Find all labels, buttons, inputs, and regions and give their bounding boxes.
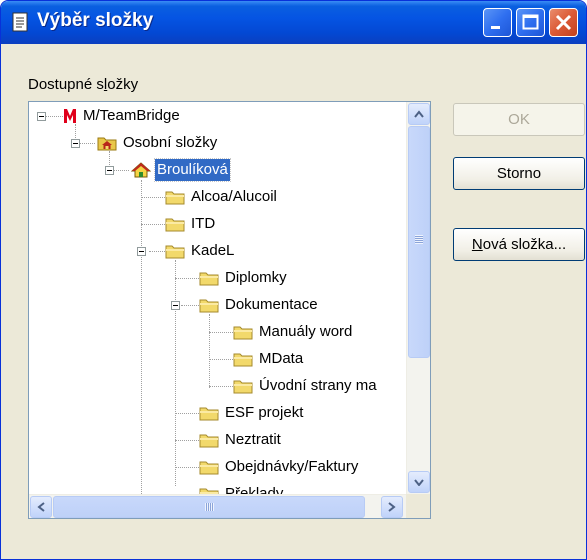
scroll-down-button[interactable] — [408, 471, 430, 493]
new-folder-button[interactable]: Nová složka... — [453, 228, 585, 261]
ok-button[interactable]: OK — [453, 103, 585, 136]
minimize-icon — [491, 26, 500, 29]
scroll-up-button[interactable] — [408, 103, 430, 125]
selected-folder: Broulíková — [154, 158, 231, 182]
document-icon — [12, 12, 28, 32]
minimize-button[interactable] — [483, 8, 512, 37]
close-button[interactable] — [549, 8, 578, 37]
collapse-toggle[interactable] — [137, 247, 146, 256]
cancel-button[interactable]: Storno — [453, 157, 585, 190]
folder-icon — [233, 380, 253, 394]
folder-icon — [199, 461, 219, 475]
chevron-up-icon — [414, 110, 424, 118]
teambridge-m-icon — [64, 109, 76, 123]
folder-tree[interactable]: M/TeamBridge Osobní složky Broulíková Al… — [28, 101, 431, 519]
folder-icon — [233, 353, 253, 367]
folder-icon — [165, 191, 185, 205]
chevron-down-icon — [414, 479, 424, 486]
scroll-right-button[interactable] — [381, 496, 403, 518]
window-title: Výběr složky — [37, 10, 154, 31]
horizontal-scroll-thumb[interactable] — [53, 496, 365, 518]
folder-icon — [199, 299, 219, 313]
folders-label: Dostupné složky — [28, 76, 139, 93]
home-folder-icon — [97, 137, 117, 151]
title-bar[interactable]: Výběr složky — [1, 1, 586, 44]
collapse-toggle[interactable] — [171, 301, 180, 310]
vertical-scroll-thumb[interactable] — [408, 126, 430, 358]
close-icon — [555, 14, 572, 31]
collapse-toggle[interactable] — [105, 166, 114, 175]
vertical-scrollbar[interactable] — [406, 102, 430, 494]
collapse-toggle[interactable] — [71, 139, 80, 148]
horizontal-scrollbar[interactable] — [29, 494, 406, 518]
house-icon — [131, 162, 151, 178]
collapse-toggle[interactable] — [37, 112, 46, 121]
scrollbar-corner — [406, 494, 430, 518]
chevron-left-icon — [37, 502, 45, 512]
scroll-left-button[interactable] — [30, 496, 52, 518]
folder-icon — [199, 434, 219, 448]
folder-icon — [233, 326, 253, 340]
folder-icon — [165, 245, 185, 259]
folder-icon — [199, 407, 219, 421]
chevron-right-icon — [388, 502, 396, 512]
maximize-button[interactable] — [516, 8, 545, 37]
maximize-icon — [522, 14, 539, 30]
dialog-window: Výběr složky Dostupné složky M/TeamBridg… — [0, 0, 587, 560]
folder-icon — [165, 218, 185, 232]
folder-icon — [199, 272, 219, 286]
